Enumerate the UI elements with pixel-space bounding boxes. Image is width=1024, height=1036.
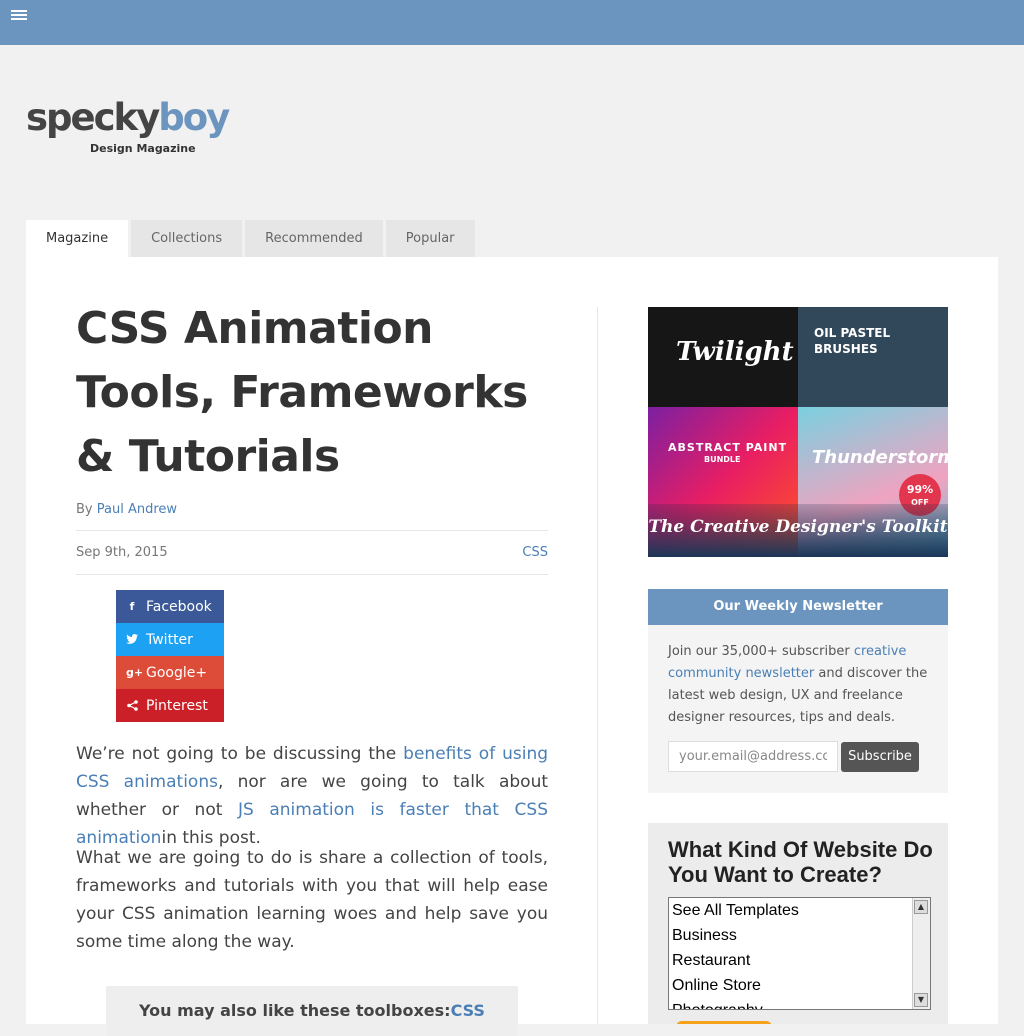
facebook-icon: f xyxy=(129,599,135,613)
listbox-option[interactable]: Business xyxy=(669,923,930,948)
subscribe-button[interactable]: Subscribe xyxy=(841,742,919,772)
ad-headline: The Creative Designer's Toolkit xyxy=(648,517,948,537)
tab-recommended[interactable]: Recommended xyxy=(245,220,383,257)
main-nav-tabs: Magazine Collections Recommended Popular xyxy=(26,220,478,257)
ad-label: ABSTRACT PAINT xyxy=(668,441,788,454)
share-facebook-button[interactable]: f Facebook xyxy=(116,590,224,623)
google-plus-icon: g+ xyxy=(126,665,144,679)
listbox-option[interactable]: Photography xyxy=(669,998,930,1009)
listbox-option[interactable]: Online Store xyxy=(669,973,930,998)
toolbox-css-link[interactable]: CSS xyxy=(451,1001,485,1020)
share-google-plus-button[interactable]: g+ Google+ xyxy=(116,656,224,689)
newsletter-widget: Our Weekly Newsletter Join our 35,000+ s… xyxy=(648,589,948,793)
article-paragraph: What we are going to do is share a colle… xyxy=(76,848,548,952)
share-icon xyxy=(126,699,138,712)
listbox-option[interactable]: Restaurant xyxy=(669,948,930,973)
divider xyxy=(76,530,548,531)
ad-label: OIL PASTEL BRUSHES xyxy=(814,326,891,356)
creative-toolkit-ad[interactable]: Twilight OIL PASTEL BRUSHES ABSTRACT PAI… xyxy=(648,307,948,557)
related-toolboxes: You may also like these toolboxes:CSS xyxy=(106,986,518,1036)
newsletter-text: Join our 35,000+ subscriber creative com… xyxy=(668,644,928,725)
ad-title: What Kind Of Website Do You Want to Crea… xyxy=(668,837,933,887)
website-templates-ad: What Kind Of Website Do You Want to Crea… xyxy=(648,823,948,1024)
template-type-listbox[interactable]: See All Templates Business Restaurant On… xyxy=(668,897,931,1010)
share-buttons: f Facebook Twitter g+ Google+ Pinterest xyxy=(116,590,224,722)
tab-popular[interactable]: Popular xyxy=(385,220,475,257)
hamburger-menu-icon[interactable] xyxy=(11,10,27,22)
article-title: CSS Animation Tools, Frameworks & Tutori… xyxy=(76,303,528,482)
share-twitter-button[interactable]: Twitter xyxy=(116,623,224,656)
column-divider xyxy=(597,307,598,1024)
listbox-option[interactable]: See All Templates xyxy=(669,898,930,923)
email-field[interactable] xyxy=(668,741,838,772)
byline: By Paul Andrew xyxy=(76,502,178,517)
tab-collections[interactable]: Collections xyxy=(131,220,243,257)
tab-magazine[interactable]: Magazine xyxy=(26,220,129,257)
author-link[interactable]: Paul Andrew xyxy=(97,502,177,517)
logo-wordmark: speckyboy xyxy=(26,96,230,139)
site-logo[interactable]: speckyboy Design Magazine xyxy=(26,96,230,160)
ad-label: BUNDLE xyxy=(704,455,741,464)
logo-tagline: Design Magazine xyxy=(90,142,196,155)
scroll-up-icon[interactable]: ▲ xyxy=(914,900,928,914)
scroll-down-icon[interactable]: ▼ xyxy=(914,993,928,1007)
category-link[interactable]: CSS xyxy=(522,545,548,560)
article-paragraph: We’re not going to be discussing the ben… xyxy=(76,744,549,848)
ad-label: Thunderstorm xyxy=(812,447,948,468)
share-pinterest-button[interactable]: Pinterest xyxy=(116,689,224,722)
newsletter-heading: Our Weekly Newsletter xyxy=(648,589,948,625)
ad-tile xyxy=(798,307,948,407)
listbox-scrollbar[interactable]: ▲ ▼ xyxy=(912,898,930,1009)
divider xyxy=(76,574,548,575)
top-bar xyxy=(0,0,1024,45)
ad-label: Twilight xyxy=(676,337,794,367)
post-date: Sep 9th, 2015 xyxy=(76,545,168,560)
twitter-icon xyxy=(126,633,138,646)
